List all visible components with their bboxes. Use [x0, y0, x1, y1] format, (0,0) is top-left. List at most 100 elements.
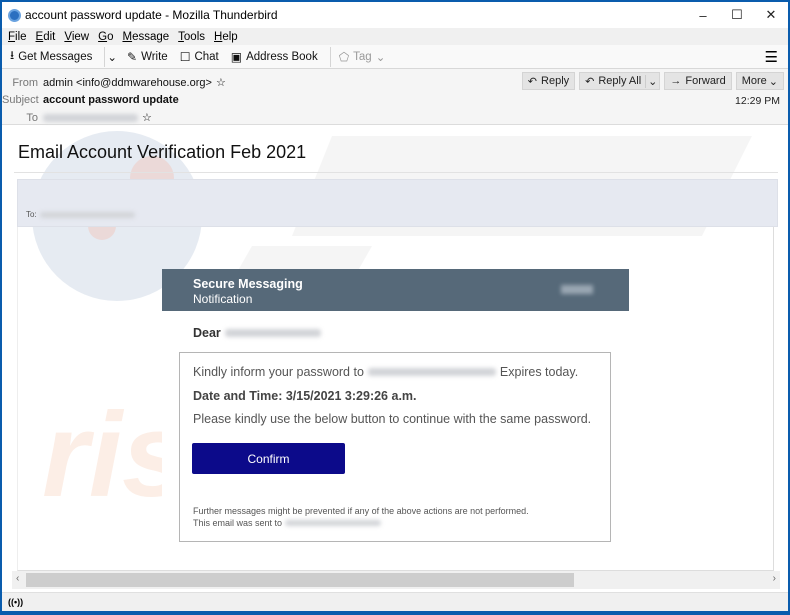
chat-label: Chat [194, 50, 219, 63]
more-label: More [741, 75, 767, 87]
menu-label-rest: ools [183, 30, 206, 43]
get-messages-dropdown[interactable]: ⌄ [107, 50, 117, 64]
chevron-down-icon[interactable]: ⌄ [645, 74, 657, 88]
to-label: To [26, 111, 38, 124]
recipient-line: To: [26, 210, 135, 219]
message-actions: ↶ Reply ↶ Reply All ⌄ → Forward More ⌄ [521, 72, 784, 90]
menu-view[interactable]: View [64, 31, 89, 43]
message-title: Email Account Verification Feb 2021 [18, 142, 307, 162]
title-divider [14, 172, 778, 173]
notice-line-1: Kindly inform your password to Expires t… [193, 365, 578, 379]
card-header-subtitle: Notification [193, 292, 253, 306]
menu-label-rest: elp [222, 30, 238, 43]
address-book-icon: ▣ [230, 49, 243, 64]
greeting: Dear [193, 326, 321, 340]
reply-label: Reply [541, 75, 570, 87]
chevron-down-icon: ⌄ [768, 75, 778, 88]
menu-go[interactable]: Go [98, 31, 113, 43]
scroll-right-icon[interactable]: › [773, 573, 776, 584]
toolbar-separator [104, 46, 106, 67]
menu-accelerator: F [8, 30, 16, 43]
tag-button[interactable]: ⬠ Tag ⌄ [339, 50, 386, 64]
toolbar-separator [329, 46, 331, 67]
tag-icon: ⬠ [338, 49, 350, 64]
card-header: Secure Messaging Notification [162, 269, 629, 311]
footer-warning: Further messages might be prevented if a… [193, 506, 529, 516]
to-row: To ☆ [2, 111, 152, 125]
address-book-button[interactable]: ▣ Address Book [231, 50, 318, 64]
get-messages-label: Get Messages [18, 50, 93, 63]
notice-line-3: Please kindly use the below button to co… [193, 412, 592, 426]
reply-all-label: Reply All [598, 75, 642, 87]
message-time: 12:29 PM [735, 95, 780, 107]
horizontal-scrollbar[interactable]: ‹ › [12, 571, 780, 589]
greeting-label: Dear [193, 326, 221, 340]
footer-sent-to-label: This email was sent to [193, 518, 283, 528]
forward-label: Forward [685, 75, 726, 87]
status-bar: ((•)) [2, 592, 788, 611]
line1-prefix: Kindly inform your password to [193, 365, 364, 379]
from-row: From admin <info@ddmwarehouse.org> ☆ [2, 76, 226, 90]
redacted-recipient[interactable] [43, 113, 138, 122]
redacted-email [367, 368, 496, 376]
date-time: Date and Time: 3/15/2021 3:29:26 a.m. [193, 389, 417, 403]
to-label: To: [26, 210, 37, 219]
title-bar: account password update - Mozilla Thunde… [2, 2, 788, 28]
scrollbar-thumb[interactable] [26, 573, 574, 587]
app-menu-icon[interactable]: ☰ [765, 48, 778, 66]
message-header-pane: From admin <info@ddmwarehouse.org> ☆ Sub… [2, 69, 788, 125]
menu-label-rest: o [107, 30, 114, 43]
from-value[interactable]: admin <info@ddmwarehouse.org> [43, 77, 212, 89]
thunderbird-window: account password update - Mozilla Thunde… [2, 2, 788, 611]
star-icon[interactable]: ☆ [142, 111, 152, 124]
menu-edit[interactable]: Edit [36, 31, 56, 43]
menu-label-rest: dit [43, 30, 56, 43]
reply-all-button[interactable]: ↶ Reply All ⌄ [579, 72, 661, 90]
message-body: risk.com Email Account Verification Feb … [2, 126, 788, 571]
pencil-icon: ✎ [127, 49, 138, 64]
subject-label: Subject [2, 94, 39, 106]
redacted-recipient [39, 211, 135, 218]
menu-message[interactable]: Message [122, 31, 169, 43]
phishing-card: Secure Messaging Notification Dear Kindl… [162, 269, 629, 556]
menu-accelerator: M [122, 30, 133, 43]
from-label: From [12, 76, 38, 89]
reply-all-icon: ↶ [585, 75, 595, 88]
menu-tools[interactable]: Tools [178, 31, 205, 43]
chat-button[interactable]: ☐ Chat [180, 50, 219, 64]
reply-button[interactable]: ↶ Reply [521, 72, 576, 90]
forward-icon: → [670, 75, 682, 87]
write-label: Write [141, 50, 168, 63]
menu-label-rest: essage [132, 30, 170, 43]
menu-file[interactable]: File [8, 31, 27, 43]
tag-label: Tag [353, 50, 372, 63]
address-book-label: Address Book [246, 50, 318, 63]
footer-sent-to: This email was sent to [193, 518, 382, 528]
reply-icon: ↶ [527, 75, 538, 88]
minimize-button[interactable]: – [686, 2, 720, 28]
close-button[interactable]: ✕ [754, 2, 788, 28]
redacted-email [285, 520, 382, 526]
redacted-logo [561, 285, 593, 294]
confirm-button[interactable]: Confirm [192, 443, 345, 474]
write-button[interactable]: ✎ Write [127, 50, 168, 64]
notice-box: Kindly inform your password to Expires t… [179, 352, 611, 542]
online-status-icon[interactable]: ((•)) [8, 597, 23, 607]
menu-label-rest: iew [71, 30, 90, 43]
more-button[interactable]: More ⌄ [735, 72, 784, 90]
window-title: account password update - Mozilla Thunde… [25, 8, 278, 22]
chat-bubble-icon: ☐ [179, 49, 191, 64]
scroll-left-icon[interactable]: ‹ [16, 573, 19, 584]
get-messages-button[interactable]: ⭳ Get Messages [10, 46, 92, 67]
menu-help[interactable]: Help [214, 31, 238, 43]
maximize-button[interactable]: ☐ [720, 2, 754, 28]
menu-accelerator: V [64, 30, 72, 43]
thunderbird-logo-icon [8, 8, 21, 22]
subject-row: Subject account password update [2, 94, 179, 106]
main-toolbar: ⭳ Get Messages ⌄ ✎ Write ☐ Chat ▣ Addres… [2, 45, 788, 69]
recipient-band: To: [17, 179, 778, 227]
line1-suffix: Expires today. [499, 365, 579, 379]
star-icon[interactable]: ☆ [216, 76, 226, 89]
menu-label-rest: ile [15, 30, 27, 43]
forward-button[interactable]: → Forward [664, 72, 732, 90]
